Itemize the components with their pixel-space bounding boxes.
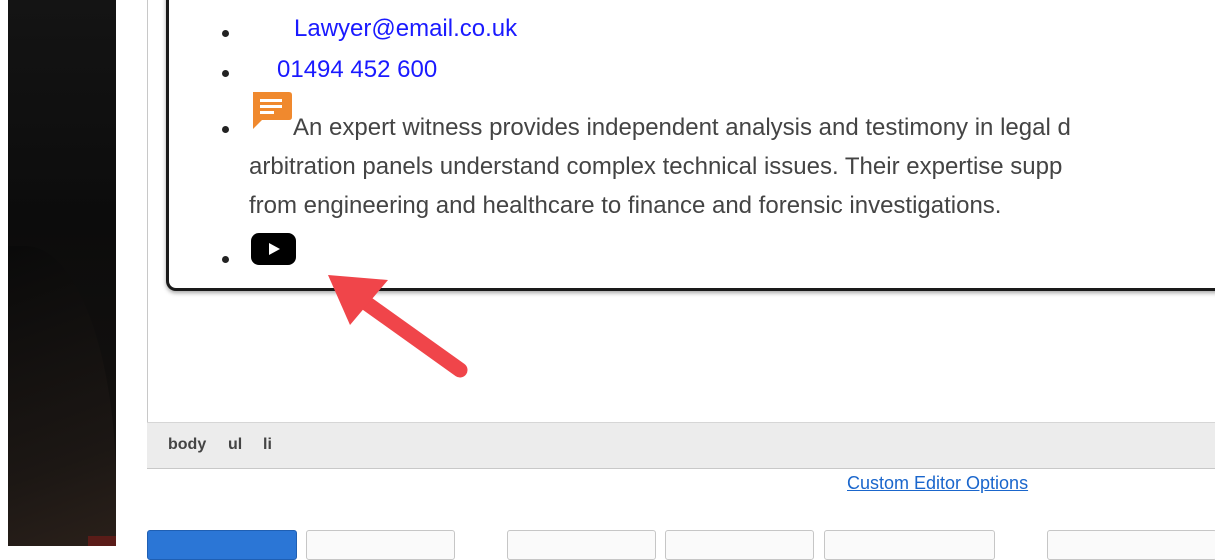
path-ul[interactable]: ul xyxy=(228,436,242,454)
bullet xyxy=(222,126,229,133)
bullet xyxy=(222,30,229,37)
action-button-3[interactable] xyxy=(824,530,995,560)
red-arrow-annotation xyxy=(328,275,468,378)
photo-shoulder xyxy=(8,246,116,546)
page-edge xyxy=(0,0,8,546)
action-button-4[interactable] xyxy=(1047,530,1215,560)
element-path-bar: body ul li xyxy=(147,422,1215,468)
photo-accent xyxy=(88,536,116,546)
description-line: from engineering and healthcare to finan… xyxy=(249,192,1002,219)
path-body[interactable]: body xyxy=(168,436,206,454)
youtube-play-icon[interactable] xyxy=(250,232,297,266)
phone-link[interactable]: 01494 452 600 xyxy=(277,56,437,84)
background-photo xyxy=(8,0,116,546)
action-button-1[interactable] xyxy=(507,530,656,560)
path-li[interactable]: li xyxy=(263,436,272,454)
bullet xyxy=(222,70,229,77)
email-link[interactable]: Lawyer@email.co.uk xyxy=(294,15,517,43)
custom-editor-options-link[interactable]: Custom Editor Options xyxy=(847,473,1028,494)
action-button-2[interactable] xyxy=(665,530,814,560)
description-line: An expert witness provides independent a… xyxy=(293,114,1071,141)
secondary-button[interactable] xyxy=(306,530,455,560)
description-line: arbitration panels understand complex te… xyxy=(249,153,1063,180)
bullet xyxy=(222,256,229,263)
description-paragraph: An expert witness provides independent a… xyxy=(249,108,1215,225)
primary-button[interactable] xyxy=(147,530,297,560)
